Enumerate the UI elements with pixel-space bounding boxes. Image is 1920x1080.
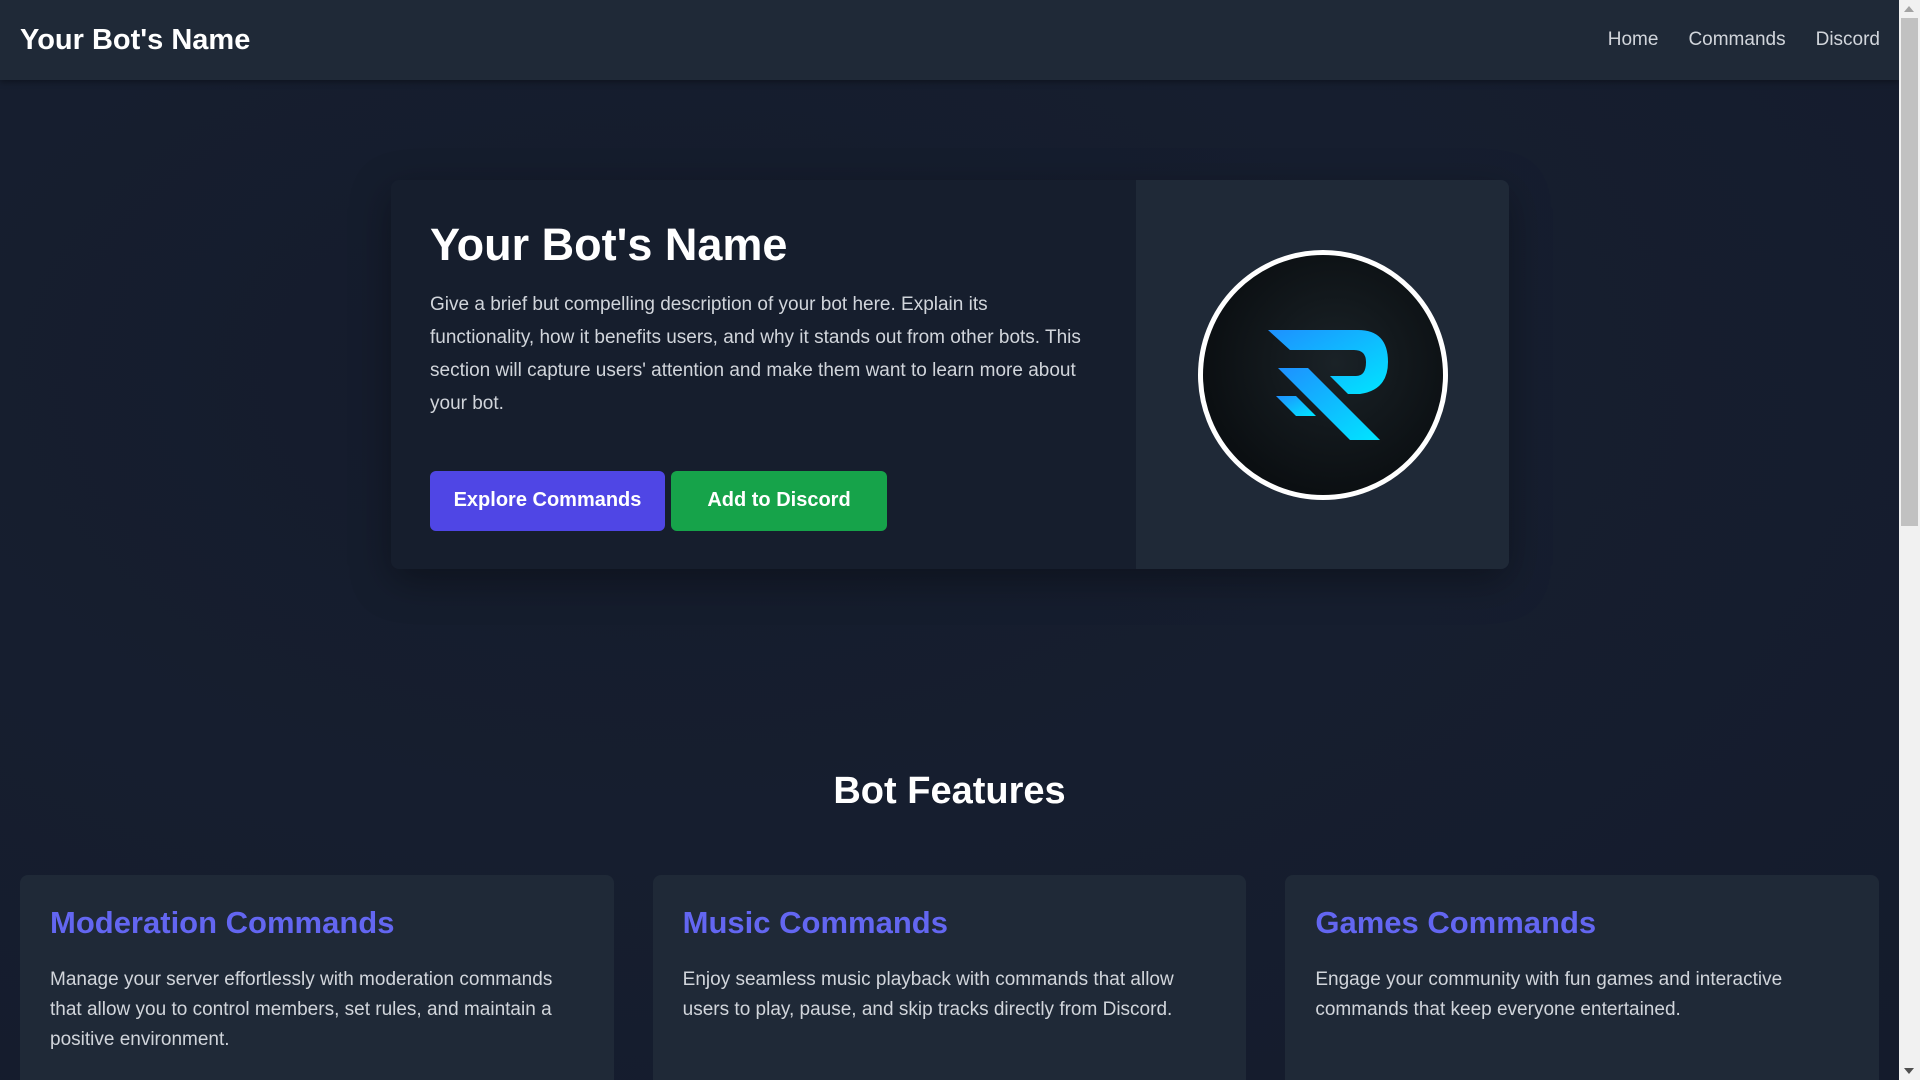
vertical-scrollbar[interactable] [1899,0,1920,1080]
feature-card-description: Manage your server effortlessly with mod… [50,969,553,1050]
feature-card-music: Music Commands Enjoy seamless music play… [652,875,1247,1080]
add-to-discord-button[interactable]: Add to Discord [671,470,887,531]
scroll-down-arrow-icon[interactable] [1904,1068,1914,1074]
hero-section: Your Bot's Name Give a brief but compell… [391,180,1509,569]
features-list: Moderation Commands Manage your server e… [20,875,1880,1080]
scrollbar-thumb[interactable] [1901,18,1918,526]
nav-link-discord[interactable]: Discord [1816,29,1880,51]
feature-card-description: Engage your community with fun games and… [1315,969,1783,1020]
scroll-up-arrow-icon[interactable] [1904,6,1914,12]
feature-card-moderation: Moderation Commands Manage your server e… [20,875,614,1080]
feature-card-title: Music Commands [682,905,948,940]
bot-logo-graphic [1267,329,1388,440]
explore-commands-button[interactable]: Explore Commands [430,470,665,531]
nav-link-home[interactable]: Home [1608,29,1659,51]
nav-links: Home Commands Discord [1608,29,1880,51]
nav-link-commands[interactable]: Commands [1688,29,1785,51]
hero-buttons: Explore Commands Add to Discord [430,470,1096,531]
page: Your Bot's Name Home Commands Discord Yo… [0,0,1899,1080]
navbar: Your Bot's Name Home Commands Discord [0,0,1899,80]
hero-content: Your Bot's Name Give a brief but compell… [391,180,1136,569]
bot-logo-icon [1197,249,1448,500]
feature-card-description: Enjoy seamless music playback with comma… [682,969,1174,1020]
feature-card-title: Games Commands [1315,905,1597,940]
feature-card-games: Games Commands Engage your community wit… [1285,875,1880,1080]
brand-title[interactable]: Your Bot's Name [20,24,250,57]
feature-card-title: Moderation Commands [50,905,395,940]
hero-description: Give a brief but compelling description … [430,293,1081,414]
features-title: Bot Features [833,770,1066,812]
hero-logo-panel [1136,180,1509,569]
hero-title: Your Bot's Name [430,219,788,270]
